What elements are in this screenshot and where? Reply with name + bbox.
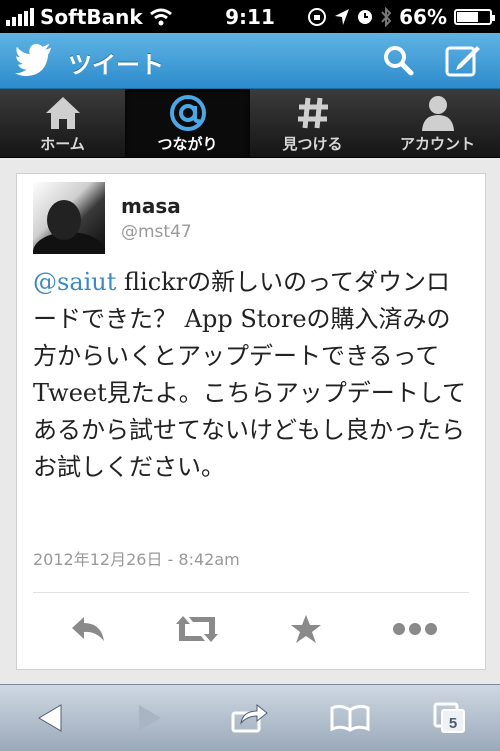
person-icon: [375, 94, 500, 132]
share-icon: [231, 703, 268, 733]
pages-icon: 5: [433, 702, 465, 733]
tab-home[interactable]: ホーム: [0, 89, 125, 157]
twitter-bird-icon: [15, 43, 52, 77]
home-icon: [0, 94, 125, 132]
bluetooth-icon: [381, 7, 392, 27]
tab-connect-label: つながり: [157, 135, 218, 153]
reply-icon: [71, 617, 104, 641]
back-button[interactable]: [0, 685, 100, 751]
mention-link[interactable]: @saiut: [33, 268, 116, 296]
compose-icon[interactable]: [444, 41, 482, 79]
page-title: ツイート: [68, 51, 164, 79]
battery-icon: [454, 9, 495, 25]
tab-account[interactable]: アカウント: [375, 89, 500, 157]
status-right: 66%: [307, 5, 495, 29]
more-button[interactable]: [360, 604, 469, 654]
at-icon: [125, 94, 250, 132]
retweet-icon: [175, 616, 218, 642]
pages-button[interactable]: 5: [400, 685, 500, 751]
divider: [33, 592, 469, 593]
location-icon: [335, 9, 350, 25]
tab-discover[interactable]: 見つける: [250, 89, 375, 157]
favorite-button[interactable]: [251, 604, 360, 654]
tab-discover-label: 見つける: [282, 135, 343, 153]
share-button[interactable]: [200, 685, 300, 751]
search-icon[interactable]: [380, 42, 416, 78]
rotation-lock-icon: [308, 8, 327, 26]
tab-bar: ホーム つながり 見つける アカウント: [0, 89, 500, 158]
forward-button[interactable]: [100, 685, 200, 751]
user-handle[interactable]: @mst47: [121, 222, 192, 242]
bookmarks-icon: [330, 704, 370, 732]
user-name[interactable]: masa: [121, 194, 181, 218]
status-bar: SoftBank 9:11 66%: [0, 0, 500, 33]
alarm-icon: [358, 10, 373, 24]
tweet-actions: [33, 604, 469, 654]
tab-connect[interactable]: つながり: [125, 89, 250, 157]
battery-percent: 66%: [399, 5, 447, 29]
avatar[interactable]: [33, 182, 105, 254]
more-icon: [392, 623, 437, 635]
pages-count: 5: [449, 715, 457, 732]
hash-icon: [250, 94, 375, 132]
tweet-body: flickrの新しいのってダウンロードできた？ App Storeの購入済みの方…: [33, 268, 467, 481]
tab-account-label: アカウント: [399, 135, 475, 153]
app-header: ツイート: [0, 33, 500, 89]
browser-toolbar: 5: [0, 684, 500, 751]
bookmarks-button[interactable]: [300, 685, 400, 751]
tweet-text: @saiut flickrの新しいのってダウンロードできた？ App Store…: [33, 264, 473, 486]
favorite-icon: [290, 615, 321, 643]
forward-icon: [139, 705, 161, 731]
retweet-button[interactable]: [142, 604, 251, 654]
back-icon: [38, 704, 62, 732]
tweet-card: masa @mst47 @saiut flickrの新しいのってダウンロードでき…: [16, 173, 486, 670]
reply-button[interactable]: [33, 604, 142, 654]
tab-home-label: ホーム: [40, 135, 85, 153]
tweet-timestamp: 2012年12月26日 - 8:42am: [33, 550, 240, 569]
